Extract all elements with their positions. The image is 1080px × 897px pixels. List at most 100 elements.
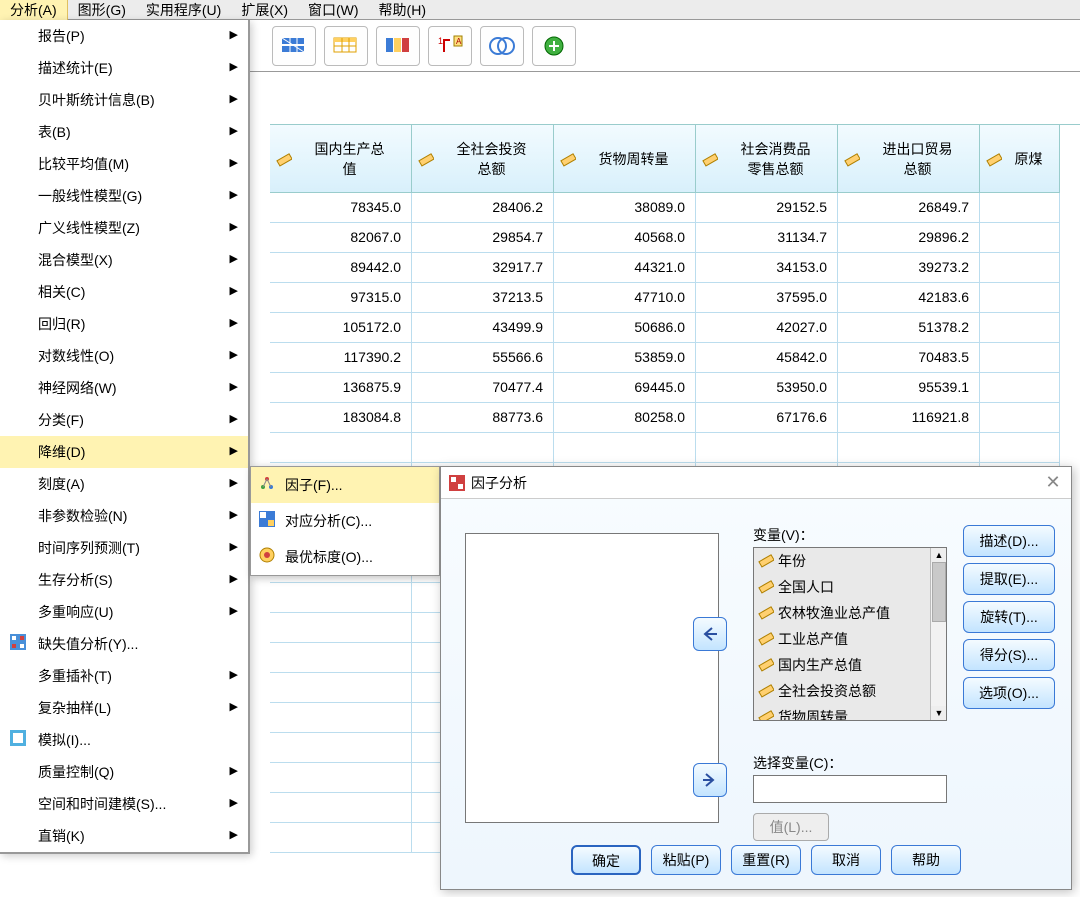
analysis-menu-item-18[interactable]: 多重响应(U)▶ <box>0 596 248 628</box>
cell[interactable]: 44321.0 <box>554 253 696 283</box>
analysis-menu-item-1[interactable]: 描述统计(E)▶ <box>0 52 248 84</box>
analysis-menu-item-17[interactable]: 生存分析(S)▶ <box>0 564 248 596</box>
cell[interactable] <box>270 613 412 643</box>
cell[interactable]: 50686.0 <box>554 313 696 343</box>
variables-list[interactable]: 年份全国人口农林牧渔业总产值工业总产值国内生产总值全社会投资总额货物周转量 ▲ … <box>753 547 947 721</box>
cell[interactable]: 40568.0 <box>554 223 696 253</box>
analysis-menu-item-5[interactable]: 一般线性模型(G)▶ <box>0 180 248 212</box>
right-button-1[interactable]: 提取(E)... <box>963 563 1055 595</box>
cell[interactable]: 39273.2 <box>838 253 980 283</box>
cell[interactable]: 53859.0 <box>554 343 696 373</box>
submenu-item-1[interactable]: 对应分析(C)... <box>251 503 439 539</box>
cell[interactable]: 37213.5 <box>412 283 554 313</box>
submenu-item-2[interactable]: 最优标度(O)... <box>251 539 439 575</box>
cell[interactable]: 78345.0 <box>270 193 412 223</box>
cell[interactable]: 38089.0 <box>554 193 696 223</box>
variable-row[interactable]: 年份 <box>754 548 946 574</box>
analysis-menu-item-24[interactable]: 空间和时间建模(S)...▶ <box>0 788 248 820</box>
cell[interactable]: 51378.2 <box>838 313 980 343</box>
cell[interactable]: 70483.5 <box>838 343 980 373</box>
toolbar-btn-4[interactable]: 1A <box>428 26 472 66</box>
menu-help[interactable]: 帮助(H) <box>369 0 436 22</box>
analysis-menu-item-10[interactable]: 对数线性(O)▶ <box>0 340 248 372</box>
cell[interactable] <box>980 253 1060 283</box>
cell[interactable] <box>980 373 1060 403</box>
cell[interactable] <box>980 403 1060 433</box>
cell[interactable]: 29854.7 <box>412 223 554 253</box>
analysis-menu-item-7[interactable]: 混合模型(X)▶ <box>0 244 248 276</box>
analysis-menu-item-8[interactable]: 相关(C)▶ <box>0 276 248 308</box>
cell[interactable]: 80258.0 <box>554 403 696 433</box>
scroll-down-icon[interactable]: ▼ <box>931 706 947 720</box>
toolbar-btn-1[interactable] <box>272 26 316 66</box>
bottom-button-4[interactable]: 帮助 <box>891 845 961 875</box>
analysis-menu-item-15[interactable]: 非参数检验(N)▶ <box>0 500 248 532</box>
cell[interactable]: 53950.0 <box>696 373 838 403</box>
cell[interactable] <box>270 703 412 733</box>
cell[interactable]: 29896.2 <box>838 223 980 253</box>
column-header-2[interactable]: 货物周转量 <box>554 125 696 193</box>
toolbar-btn-6[interactable] <box>532 26 576 66</box>
cell[interactable] <box>270 673 412 703</box>
cell[interactable]: 29152.5 <box>696 193 838 223</box>
cell[interactable]: 42027.0 <box>696 313 838 343</box>
variable-row[interactable]: 工业总产值 <box>754 626 946 652</box>
analysis-menu-item-9[interactable]: 回归(R)▶ <box>0 308 248 340</box>
move-to-select-variable-button[interactable] <box>693 763 727 797</box>
analysis-menu-item-14[interactable]: 刻度(A)▶ <box>0 468 248 500</box>
cell[interactable]: 70477.4 <box>412 373 554 403</box>
cell[interactable] <box>412 433 554 463</box>
cell[interactable]: 69445.0 <box>554 373 696 403</box>
cell[interactable] <box>838 433 980 463</box>
cell[interactable] <box>270 763 412 793</box>
cell[interactable] <box>696 433 838 463</box>
analysis-menu-item-25[interactable]: 直销(K)▶ <box>0 820 248 852</box>
cell[interactable]: 45842.0 <box>696 343 838 373</box>
analysis-menu-item-4[interactable]: 比较平均值(M)▶ <box>0 148 248 180</box>
cell[interactable] <box>554 433 696 463</box>
column-header-0[interactable]: 国内生产总 值 <box>270 125 412 193</box>
variable-row[interactable]: 全国人口 <box>754 574 946 600</box>
analysis-menu-item-19[interactable]: 缺失值分析(Y)... <box>0 628 248 660</box>
cell[interactable]: 32917.7 <box>412 253 554 283</box>
cell[interactable]: 28406.2 <box>412 193 554 223</box>
column-header-4[interactable]: 进出口贸易 总额 <box>838 125 980 193</box>
cell[interactable] <box>270 433 412 463</box>
cell[interactable]: 42183.6 <box>838 283 980 313</box>
analysis-menu-item-6[interactable]: 广义线性模型(Z)▶ <box>0 212 248 244</box>
menu-extensions[interactable]: 扩展(X) <box>231 0 298 22</box>
variable-row[interactable]: 农林牧渔业总产值 <box>754 600 946 626</box>
menu-window[interactable]: 窗口(W) <box>298 0 369 22</box>
bottom-button-0[interactable]: 确定 <box>571 845 641 875</box>
right-button-2[interactable]: 旋转(T)... <box>963 601 1055 633</box>
select-variable-field[interactable] <box>753 775 947 803</box>
cell[interactable]: 88773.6 <box>412 403 554 433</box>
column-header-5[interactable]: 原煤 <box>980 125 1060 193</box>
analysis-menu-item-2[interactable]: 贝叶斯统计信息(B)▶ <box>0 84 248 116</box>
bottom-button-2[interactable]: 重置(R) <box>731 845 801 875</box>
cell[interactable] <box>980 313 1060 343</box>
cell[interactable]: 97315.0 <box>270 283 412 313</box>
variable-row[interactable]: 货物周转量 <box>754 704 946 721</box>
cell[interactable]: 95539.1 <box>838 373 980 403</box>
menu-graphs[interactable]: 图形(G) <box>68 0 136 22</box>
cell[interactable] <box>980 343 1060 373</box>
cell[interactable] <box>980 433 1060 463</box>
bottom-button-1[interactable]: 粘贴(P) <box>651 845 721 875</box>
analysis-menu-item-0[interactable]: 报告(P)▶ <box>0 20 248 52</box>
analysis-menu-item-21[interactable]: 复杂抽样(L)▶ <box>0 692 248 724</box>
scroll-up-icon[interactable]: ▲ <box>931 548 947 562</box>
analysis-menu-item-23[interactable]: 质量控制(Q)▶ <box>0 756 248 788</box>
analysis-menu-item-13[interactable]: 降维(D)▶ <box>0 436 248 468</box>
submenu-item-0[interactable]: 因子(F)... <box>251 467 439 503</box>
toolbar-btn-3[interactable] <box>376 26 420 66</box>
cell[interactable]: 183084.8 <box>270 403 412 433</box>
cell[interactable]: 89442.0 <box>270 253 412 283</box>
scroll-thumb[interactable] <box>932 562 946 622</box>
right-button-3[interactable]: 得分(S)... <box>963 639 1055 671</box>
toolbar-btn-5[interactable] <box>480 26 524 66</box>
cell[interactable]: 105172.0 <box>270 313 412 343</box>
dialog-close-icon[interactable]: ✕ <box>1043 472 1063 493</box>
cell[interactable]: 26849.7 <box>838 193 980 223</box>
cell[interactable] <box>270 823 412 853</box>
